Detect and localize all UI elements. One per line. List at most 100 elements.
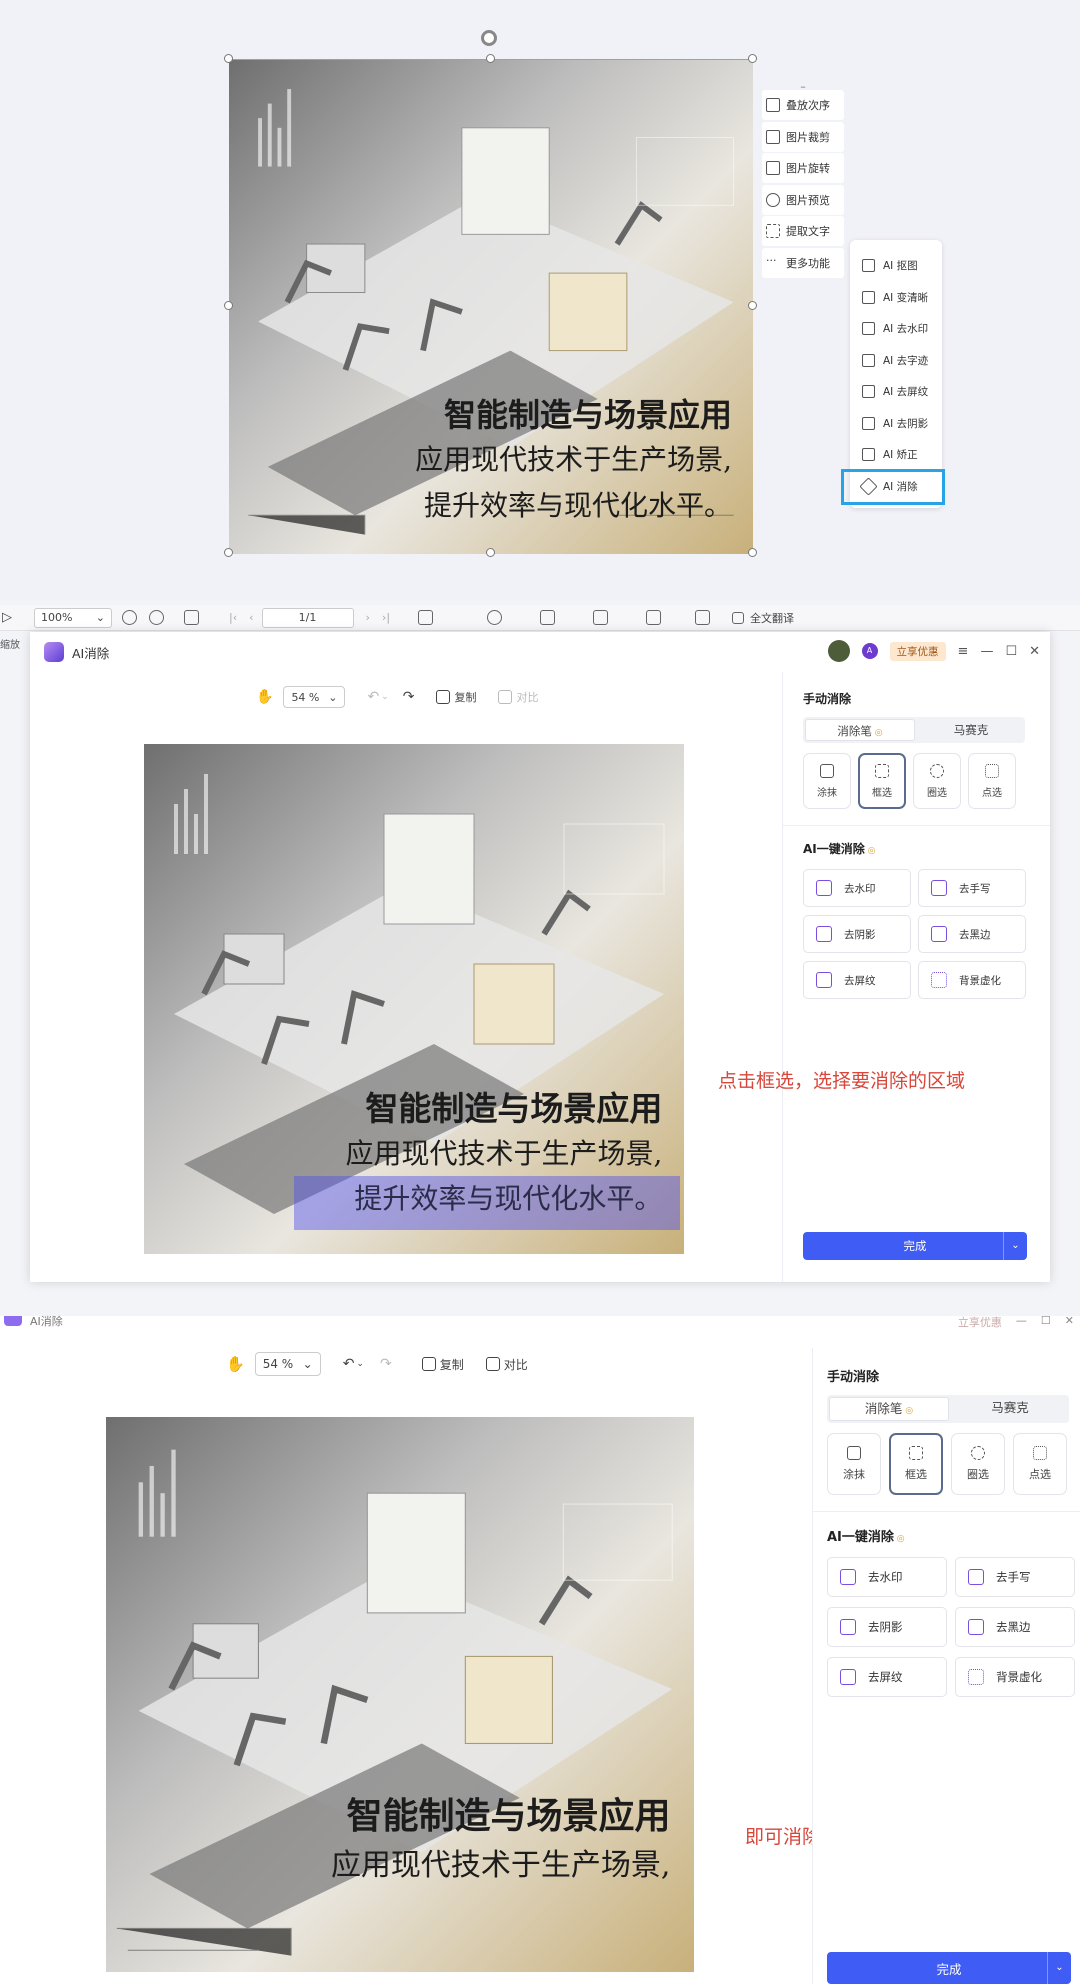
erase-modes: 涂抹 框选 圈选 点选 bbox=[803, 753, 1050, 809]
remove-watermark-button[interactable]: 去水印 bbox=[803, 869, 911, 907]
copy-button[interactable]: 复制 bbox=[436, 689, 476, 705]
resize-handle-l[interactable] bbox=[224, 301, 233, 310]
maximize-icon[interactable]: ☐ bbox=[1041, 1314, 1051, 1330]
undo-icon[interactable]: ↶ bbox=[343, 1356, 355, 1372]
avatar[interactable] bbox=[827, 640, 850, 662]
print-icon[interactable] bbox=[695, 610, 711, 625]
factory-illustration[interactable]: 智能制造与场景应用 应用现代技术于生产场景, 提升效率与现代化水平。 bbox=[229, 60, 753, 554]
hand-icon[interactable]: ✋ bbox=[226, 1355, 245, 1373]
result-image[interactable]: 智能制造与场景应用 应用现代技术于生产场景, bbox=[106, 1417, 694, 1972]
zoom-in-icon[interactable] bbox=[149, 610, 164, 625]
translate-icon[interactable] bbox=[732, 611, 745, 624]
compare-icon bbox=[485, 1357, 500, 1371]
edit-canvas-image[interactable]: 智能制造与场景应用 应用现代技术于生产场景, 提升效率与现代化水平。 bbox=[144, 744, 684, 1254]
remove-moire-button[interactable]: 去屏纹 bbox=[827, 1657, 947, 1697]
promo-button[interactable]: 立享优惠 bbox=[958, 1314, 1002, 1330]
resize-handle-tl[interactable] bbox=[224, 54, 233, 63]
translate-button[interactable]: 全文翻译 bbox=[750, 610, 794, 626]
remove-black-edge-button[interactable]: 去黑边 bbox=[955, 1607, 1075, 1647]
point-mode-button[interactable]: 点选 bbox=[968, 753, 1016, 809]
point-mode-button[interactable]: 点选 bbox=[1013, 1433, 1067, 1495]
ai-correct-item[interactable]: AI 矫正 bbox=[850, 439, 942, 471]
resize-handle-bl[interactable] bbox=[224, 548, 233, 557]
compare-button[interactable]: 对比 bbox=[498, 689, 538, 705]
redo-icon[interactable]: ↷ bbox=[403, 689, 415, 705]
zoom-out-icon[interactable] bbox=[122, 610, 137, 625]
smear-mode-button[interactable]: 涂抹 bbox=[827, 1433, 881, 1495]
copy-button[interactable]: 复制 bbox=[421, 1356, 464, 1373]
zoom-select[interactable]: 54 % ⌄ bbox=[254, 1352, 321, 1376]
preview-button[interactable]: 图片预览 bbox=[762, 184, 844, 215]
undo-icon[interactable]: ↶ bbox=[367, 689, 379, 705]
resize-handle-br[interactable] bbox=[748, 548, 757, 557]
remove-handwriting-button[interactable]: 去手写 bbox=[918, 869, 1026, 907]
remove-shadow-button[interactable]: 去阴影 bbox=[803, 915, 911, 953]
background-blur-button[interactable]: 背景虚化 bbox=[918, 961, 1026, 999]
tab-mosaic[interactable]: 马赛克 bbox=[951, 1395, 1069, 1423]
ai-cutout-item[interactable]: AI 抠图 bbox=[850, 250, 942, 282]
menu-icon[interactable]: ≡ bbox=[958, 644, 969, 659]
first-page-icon[interactable]: |‹ bbox=[229, 611, 237, 624]
resize-handle-r[interactable] bbox=[748, 301, 757, 310]
resize-handle-tr[interactable] bbox=[748, 54, 757, 63]
remove-watermark-button[interactable]: 去水印 bbox=[827, 1557, 947, 1597]
page-input[interactable]: 1/1 bbox=[261, 607, 354, 628]
done-button[interactable]: 完成 ⌄ bbox=[803, 1232, 1027, 1260]
zoom-select[interactable]: 100% ⌄ bbox=[34, 607, 112, 628]
remove-shadow-button[interactable]: 去阴影 bbox=[827, 1607, 947, 1647]
ai-sharpen-item[interactable]: AI 变清晰 bbox=[850, 282, 942, 314]
extract-text-button[interactable]: 提取文字 bbox=[762, 216, 844, 247]
chevron-down-icon[interactable]: ⌄ bbox=[1047, 1952, 1071, 1984]
crop-button[interactable]: 图片裁剪 bbox=[762, 121, 844, 152]
resize-handle-b[interactable] bbox=[486, 548, 495, 557]
remove-moire-button[interactable]: 去屏纹 bbox=[803, 961, 911, 999]
tab-eraser-pen[interactable]: 消除笔 bbox=[805, 719, 915, 741]
remove-black-edge-button[interactable]: 去黑边 bbox=[918, 915, 1026, 953]
collapse-icon[interactable]: – bbox=[762, 80, 844, 93]
hand-icon[interactable]: ✋ bbox=[256, 689, 273, 705]
done-button[interactable]: 完成 ⌄ bbox=[827, 1952, 1071, 1984]
box-select-mode-button[interactable]: 框选 bbox=[889, 1433, 943, 1495]
zoom-select[interactable]: 54 % ⌄ bbox=[283, 686, 346, 708]
prev-page-icon[interactable]: ‹ bbox=[249, 611, 253, 624]
redo-icon[interactable]: ↷ bbox=[380, 1356, 392, 1372]
maximize-icon[interactable]: ☐ bbox=[1005, 644, 1017, 659]
promo-button[interactable]: 立享优惠 bbox=[889, 641, 946, 661]
lasso-mode-button[interactable]: 圈选 bbox=[951, 1433, 1005, 1495]
edit-icon[interactable] bbox=[540, 610, 556, 625]
remove-handwriting-button[interactable]: 去手写 bbox=[955, 1557, 1075, 1597]
compare-icon bbox=[498, 690, 513, 704]
next-page-icon[interactable]: › bbox=[366, 611, 370, 624]
play-icon[interactable]: ▷ bbox=[2, 610, 12, 625]
lasso-mode-button[interactable]: 圈选 bbox=[913, 753, 961, 809]
ai-remove-writing-item[interactable]: AI 去字迹 bbox=[850, 345, 942, 377]
smear-mode-button[interactable]: 涂抹 bbox=[803, 753, 851, 809]
rotate-button[interactable]: 图片旋转 bbox=[762, 153, 844, 184]
background-blur-button[interactable]: 背景虚化 bbox=[955, 1657, 1075, 1697]
tab-eraser-pen[interactable]: 消除笔 bbox=[829, 1397, 949, 1421]
compare-button[interactable]: 对比 bbox=[485, 1356, 528, 1373]
search-icon[interactable] bbox=[487, 610, 503, 625]
window-titlebar: AI消除 A 立享优惠 ≡ — ☐ ✕ bbox=[30, 632, 1050, 672]
close-icon[interactable]: ✕ bbox=[1029, 644, 1040, 659]
scan-icon[interactable] bbox=[593, 610, 609, 625]
more-functions-button[interactable]: ··· 更多功能 bbox=[762, 247, 844, 278]
last-page-icon[interactable]: ›| bbox=[382, 611, 390, 624]
chevron-down-icon[interactable]: ⌄ bbox=[1003, 1232, 1027, 1260]
tab-mosaic[interactable]: 马赛克 bbox=[917, 717, 1025, 743]
minimize-icon[interactable]: — bbox=[1016, 1314, 1027, 1330]
undo-dropdown-icon[interactable]: ⌄ bbox=[381, 692, 389, 702]
crop-area-icon[interactable] bbox=[646, 610, 662, 625]
book-icon[interactable] bbox=[418, 610, 434, 625]
minimize-icon[interactable]: — bbox=[980, 644, 993, 659]
fit-icon[interactable] bbox=[184, 610, 199, 625]
layer-order-button[interactable]: 叠放次序 bbox=[762, 90, 844, 120]
ai-watermark-item[interactable]: AI 去水印 bbox=[850, 313, 942, 345]
undo-dropdown-icon[interactable]: ⌄ bbox=[356, 1359, 364, 1369]
close-icon[interactable]: ✕ bbox=[1065, 1314, 1074, 1330]
ai-moire-item[interactable]: AI 去屏纹 bbox=[850, 376, 942, 408]
box-select-mode-button[interactable]: 框选 bbox=[858, 753, 906, 809]
resize-handle-t[interactable] bbox=[486, 54, 495, 63]
ai-shadow-item[interactable]: AI 去阴影 bbox=[850, 408, 942, 440]
rotate-handle[interactable] bbox=[481, 30, 497, 46]
